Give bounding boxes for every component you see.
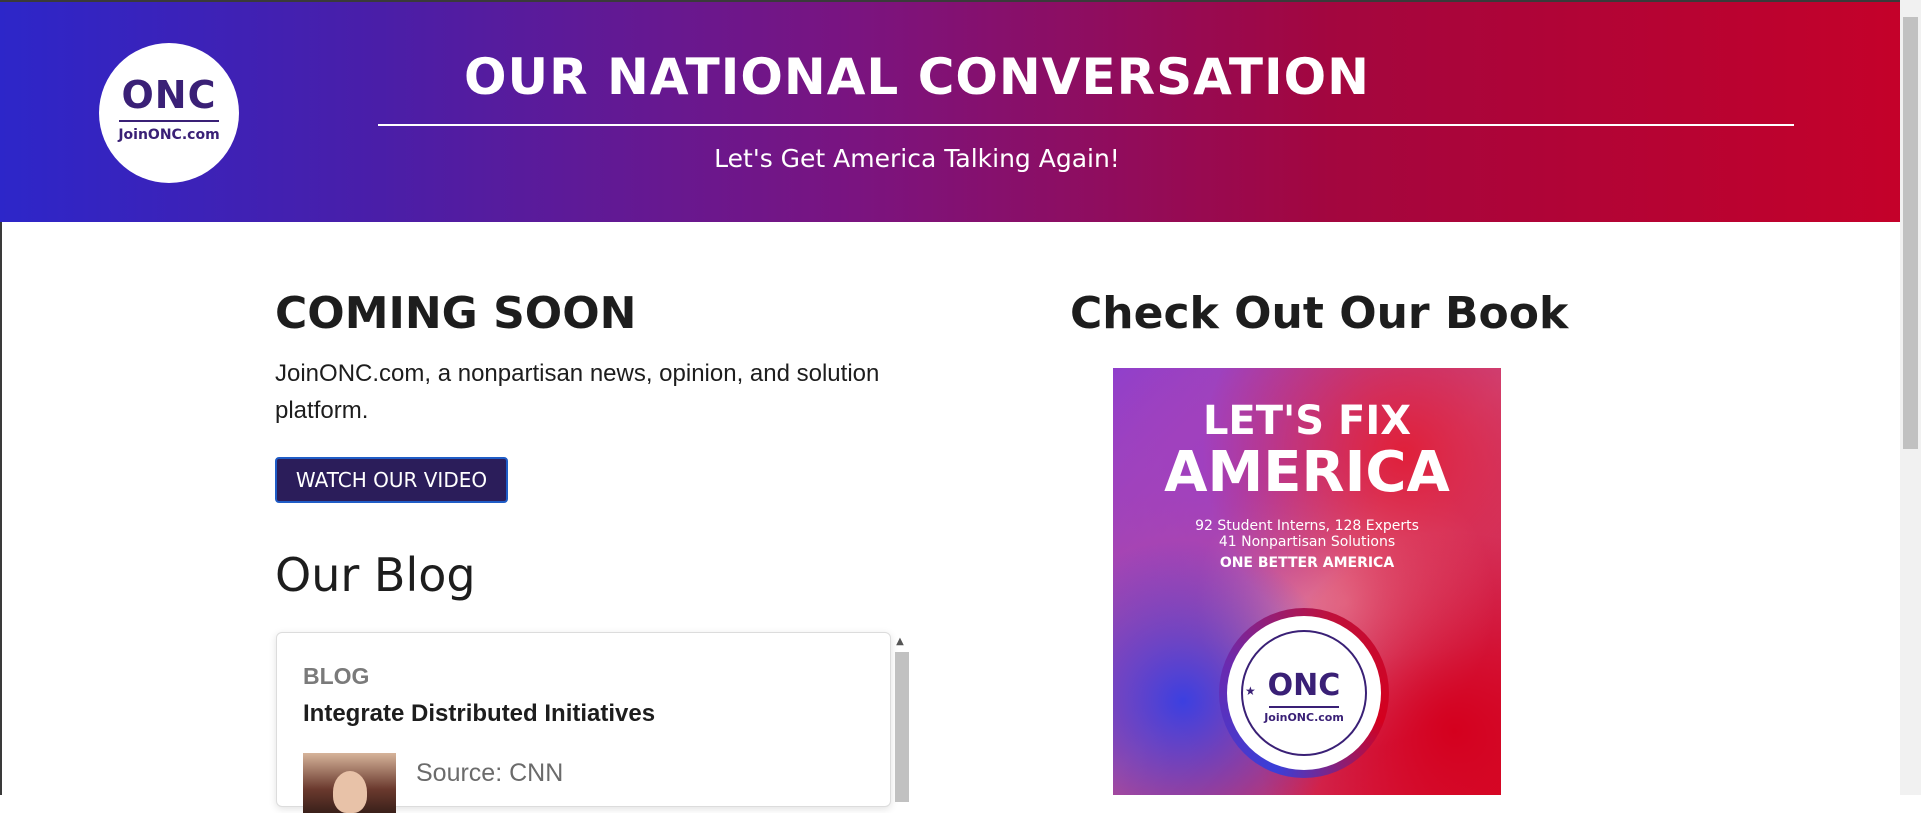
coming-soon-heading: COMING SOON — [275, 288, 637, 339]
book-cover-solutions: 41 Nonpartisan Solutions — [1218, 534, 1396, 550]
book-cover-line-america: AMERICA — [1164, 440, 1450, 505]
blog-heading: Our Blog — [275, 548, 476, 602]
intro-text: JoinONC.com, a nonpartisan news, opinion… — [275, 360, 880, 424]
site-header: ONC JoinONC.com OUR NATIONAL CONVERSATIO… — [0, 0, 1900, 222]
window-left-edge — [0, 222, 2, 795]
book-cover-seal: ★ ONC JoinONC.com — [1219, 608, 1389, 778]
seal-url: JoinONC.com — [1264, 711, 1344, 724]
page-scrollbar[interactable] — [1900, 0, 1921, 795]
watch-video-button[interactable]: WATCH OUR VIDEO — [275, 457, 508, 503]
logo-divider — [119, 120, 219, 122]
avatar-face — [333, 771, 367, 813]
site-title: OUR NATIONAL CONVERSATION — [464, 48, 1370, 106]
blog-source: Source: CNN — [416, 759, 564, 787]
page-scrollbar-thumb[interactable] — [1903, 17, 1918, 449]
book-cover-better: ONE BETTER AMERICA — [1219, 555, 1395, 571]
site-tagline: Let's Get America Talking Again! — [714, 144, 1120, 173]
blog-scrollbar-thumb[interactable] — [895, 652, 909, 802]
book-cover-interns: 92 Student Interns, 128 Experts — [1195, 518, 1419, 534]
author-avatar — [303, 753, 396, 813]
book-heading: Check Out Our Book — [1070, 288, 1569, 339]
logo-subtext: JoinONC.com — [118, 127, 220, 143]
seal-divider — [1269, 706, 1339, 708]
seal-text: ONC — [1267, 668, 1341, 703]
scroll-up-arrow-icon[interactable]: ▲ — [893, 635, 907, 649]
book-cover-line-fix: LET'S FIX — [1202, 398, 1412, 444]
book-cover-image[interactable]: LET'S FIX AMERICA 92 Student Interns, 12… — [1113, 368, 1501, 795]
seal-inner: ★ ONC JoinONC.com — [1227, 616, 1381, 770]
blog-tag: BLOG — [303, 663, 370, 689]
blog-post-title[interactable]: Integrate Distributed Initiatives — [303, 700, 655, 728]
header-divider — [378, 124, 1794, 126]
onc-logo[interactable]: ONC JoinONC.com — [99, 43, 239, 183]
logo-text: ONC — [121, 73, 217, 117]
blog-card[interactable]: BLOG Integrate Distributed Initiatives S… — [276, 632, 891, 813]
